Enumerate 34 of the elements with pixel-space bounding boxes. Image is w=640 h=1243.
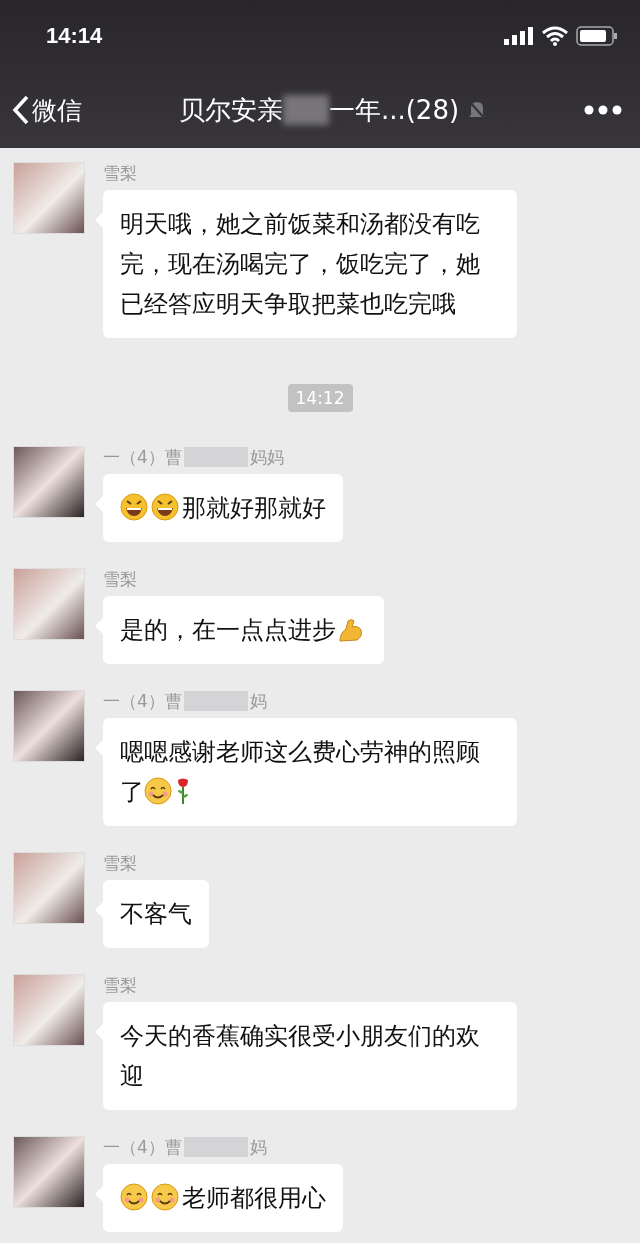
grinning-face-icon xyxy=(120,493,148,521)
avatar-photo[interactable] xyxy=(13,446,85,518)
sender-name: 妈妈 xyxy=(249,445,284,469)
avatar-photo[interactable] xyxy=(13,852,85,924)
status-time: 14:14 xyxy=(46,23,103,49)
smiling-face-icon xyxy=(144,777,172,805)
smiling-face-icon xyxy=(151,1183,179,1211)
more-icon[interactable] xyxy=(584,105,622,115)
sender-name: 雪梨 xyxy=(103,567,137,591)
battery-icon xyxy=(576,26,618,46)
sender-name: 雪梨 xyxy=(103,851,137,875)
avatar-photo[interactable] xyxy=(13,1136,85,1208)
blurred-region xyxy=(282,95,329,125)
avatar-photo[interactable] xyxy=(13,690,85,762)
avatar-photo[interactable] xyxy=(13,974,85,1046)
smiling-face-icon xyxy=(120,1183,148,1211)
back-icon xyxy=(12,95,30,125)
sender-name: 雪梨 xyxy=(103,161,137,185)
sender-name: 妈 xyxy=(249,1135,267,1159)
back-button[interactable]: 微信 xyxy=(12,93,82,127)
timestamp: 14:12 xyxy=(287,384,353,412)
sender-name: 雪梨 xyxy=(103,973,137,997)
chat-title: 一年...(28) xyxy=(328,93,460,127)
sender-name: 一（4）曹 xyxy=(103,445,182,469)
grinning-face-icon xyxy=(151,493,179,521)
signal-icon xyxy=(504,27,534,45)
wifi-icon xyxy=(542,26,568,46)
avatar-photo[interactable] xyxy=(13,568,85,640)
chat-title: 贝尔安亲 xyxy=(178,93,283,127)
sender-name: 一（4）曹 xyxy=(103,1135,182,1159)
sender-name: 一（4）曹 xyxy=(103,689,182,713)
avatar-photo[interactable] xyxy=(13,162,85,234)
sender-name: 妈 xyxy=(249,689,267,713)
rose-icon xyxy=(175,777,191,805)
